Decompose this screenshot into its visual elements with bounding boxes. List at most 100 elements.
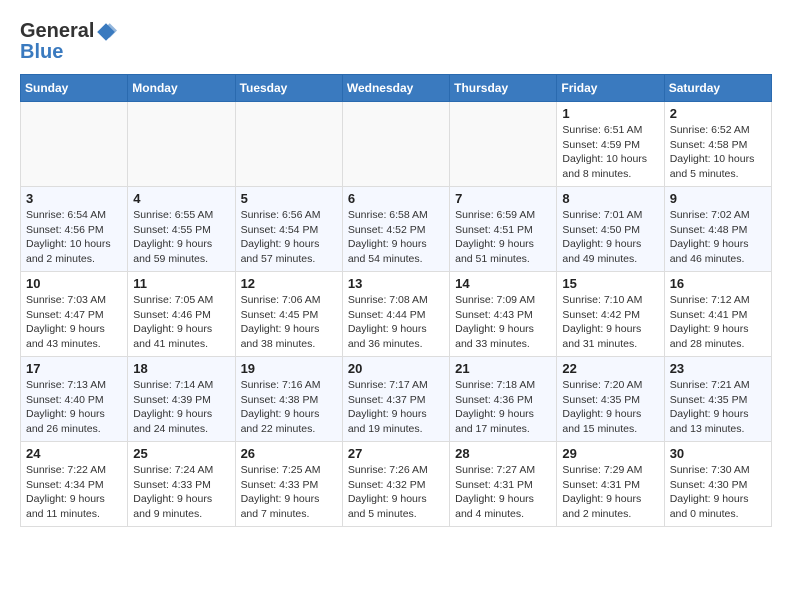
calendar-cell: 24 Sunrise: 7:22 AMSunset: 4:34 PMDayligh… bbox=[21, 442, 128, 527]
day-info: Sunrise: 7:29 AMSunset: 4:31 PMDaylight:… bbox=[562, 463, 658, 522]
calendar-week-row: 3 Sunrise: 6:54 AMSunset: 4:56 PMDaylight… bbox=[21, 187, 772, 272]
day-number: 25 bbox=[133, 446, 229, 461]
calendar-day-header: Friday bbox=[557, 75, 664, 102]
calendar-cell bbox=[128, 102, 235, 187]
calendar-cell: 28 Sunrise: 7:27 AMSunset: 4:31 PMDayligh… bbox=[450, 442, 557, 527]
calendar-cell bbox=[342, 102, 449, 187]
calendar-cell: 14 Sunrise: 7:09 AMSunset: 4:43 PMDayligh… bbox=[450, 272, 557, 357]
day-info: Sunrise: 6:59 AMSunset: 4:51 PMDaylight:… bbox=[455, 208, 551, 267]
calendar-cell: 2 Sunrise: 6:52 AMSunset: 4:58 PMDaylight… bbox=[664, 102, 771, 187]
day-number: 1 bbox=[562, 106, 658, 121]
day-info: Sunrise: 7:17 AMSunset: 4:37 PMDaylight:… bbox=[348, 378, 444, 437]
calendar-cell: 20 Sunrise: 7:17 AMSunset: 4:37 PMDayligh… bbox=[342, 357, 449, 442]
day-info: Sunrise: 7:20 AMSunset: 4:35 PMDaylight:… bbox=[562, 378, 658, 437]
calendar-cell: 22 Sunrise: 7:20 AMSunset: 4:35 PMDayligh… bbox=[557, 357, 664, 442]
day-info: Sunrise: 7:25 AMSunset: 4:33 PMDaylight:… bbox=[241, 463, 337, 522]
day-number: 18 bbox=[133, 361, 229, 376]
day-info: Sunrise: 6:54 AMSunset: 4:56 PMDaylight:… bbox=[26, 208, 122, 267]
calendar-cell: 13 Sunrise: 7:08 AMSunset: 4:44 PMDayligh… bbox=[342, 272, 449, 357]
calendar-cell: 21 Sunrise: 7:18 AMSunset: 4:36 PMDayligh… bbox=[450, 357, 557, 442]
day-number: 26 bbox=[241, 446, 337, 461]
day-info: Sunrise: 7:24 AMSunset: 4:33 PMDaylight:… bbox=[133, 463, 229, 522]
day-number: 30 bbox=[670, 446, 766, 461]
calendar-cell: 8Sunrise: 7:01 AMSunset: 4:50 PMDaylight… bbox=[557, 187, 664, 272]
day-number: 4 bbox=[133, 191, 229, 206]
calendar-table: SundayMondayTuesdayWednesdayThursdayFrid… bbox=[20, 74, 772, 527]
calendar-cell: 11 Sunrise: 7:05 AMSunset: 4:46 PMDayligh… bbox=[128, 272, 235, 357]
day-info: Sunrise: 7:16 AMSunset: 4:38 PMDaylight:… bbox=[241, 378, 337, 437]
day-number: 21 bbox=[455, 361, 551, 376]
calendar-cell: 7 Sunrise: 6:59 AMSunset: 4:51 PMDaylight… bbox=[450, 187, 557, 272]
calendar-cell: 9 Sunrise: 7:02 AMSunset: 4:48 PMDaylight… bbox=[664, 187, 771, 272]
day-info: Sunrise: 7:03 AMSunset: 4:47 PMDaylight:… bbox=[26, 293, 122, 352]
calendar-day-header: Monday bbox=[128, 75, 235, 102]
calendar-cell: 12Sunrise: 7:06 AMSunset: 4:45 PMDayligh… bbox=[235, 272, 342, 357]
day-info: Sunrise: 7:27 AMSunset: 4:31 PMDaylight:… bbox=[455, 463, 551, 522]
day-number: 3 bbox=[26, 191, 122, 206]
calendar-day-header: Saturday bbox=[664, 75, 771, 102]
calendar-cell: 19Sunrise: 7:16 AMSunset: 4:38 PMDayligh… bbox=[235, 357, 342, 442]
day-number: 28 bbox=[455, 446, 551, 461]
day-number: 11 bbox=[133, 276, 229, 291]
calendar-week-row: 17Sunrise: 7:13 AMSunset: 4:40 PMDayligh… bbox=[21, 357, 772, 442]
calendar-cell: 1 Sunrise: 6:51 AMSunset: 4:59 PMDaylight… bbox=[557, 102, 664, 187]
day-number: 14 bbox=[455, 276, 551, 291]
day-info: Sunrise: 7:10 AMSunset: 4:42 PMDaylight:… bbox=[562, 293, 658, 352]
day-info: Sunrise: 7:08 AMSunset: 4:44 PMDaylight:… bbox=[348, 293, 444, 352]
day-info: Sunrise: 6:58 AMSunset: 4:52 PMDaylight:… bbox=[348, 208, 444, 267]
calendar-cell: 16Sunrise: 7:12 AMSunset: 4:41 PMDayligh… bbox=[664, 272, 771, 357]
day-info: Sunrise: 6:51 AMSunset: 4:59 PMDaylight:… bbox=[562, 123, 658, 182]
day-info: Sunrise: 7:05 AMSunset: 4:46 PMDaylight:… bbox=[133, 293, 229, 352]
calendar-day-header: Sunday bbox=[21, 75, 128, 102]
day-number: 10 bbox=[26, 276, 122, 291]
calendar-cell: 15 Sunrise: 7:10 AMSunset: 4:42 PMDayligh… bbox=[557, 272, 664, 357]
calendar-week-row: 1 Sunrise: 6:51 AMSunset: 4:59 PMDaylight… bbox=[21, 102, 772, 187]
day-info: Sunrise: 7:18 AMSunset: 4:36 PMDaylight:… bbox=[455, 378, 551, 437]
calendar-cell: 30 Sunrise: 7:30 AMSunset: 4:30 PMDayligh… bbox=[664, 442, 771, 527]
day-info: Sunrise: 7:06 AMSunset: 4:45 PMDaylight:… bbox=[241, 293, 337, 352]
calendar-cell: 3 Sunrise: 6:54 AMSunset: 4:56 PMDaylight… bbox=[21, 187, 128, 272]
calendar-cell bbox=[450, 102, 557, 187]
day-number: 5 bbox=[241, 191, 337, 206]
day-number: 17 bbox=[26, 361, 122, 376]
page-header: General Blue bbox=[20, 20, 772, 64]
calendar-body: 1 Sunrise: 6:51 AMSunset: 4:59 PMDaylight… bbox=[21, 102, 772, 527]
calendar-cell: 6 Sunrise: 6:58 AMSunset: 4:52 PMDaylight… bbox=[342, 187, 449, 272]
logo-blue-text: Blue bbox=[20, 41, 63, 64]
day-number: 15 bbox=[562, 276, 658, 291]
calendar-cell: 5Sunrise: 6:56 AMSunset: 4:54 PMDaylight… bbox=[235, 187, 342, 272]
day-info: Sunrise: 7:22 AMSunset: 4:34 PMDaylight:… bbox=[26, 463, 122, 522]
day-number: 20 bbox=[348, 361, 444, 376]
calendar-cell: 10 Sunrise: 7:03 AMSunset: 4:47 PMDayligh… bbox=[21, 272, 128, 357]
calendar-cell bbox=[21, 102, 128, 187]
calendar-cell: 23Sunrise: 7:21 AMSunset: 4:35 PMDayligh… bbox=[664, 357, 771, 442]
day-number: 9 bbox=[670, 191, 766, 206]
day-info: Sunrise: 6:55 AMSunset: 4:55 PMDaylight:… bbox=[133, 208, 229, 267]
calendar-header-row: SundayMondayTuesdayWednesdayThursdayFrid… bbox=[21, 75, 772, 102]
logo-icon bbox=[95, 21, 117, 43]
day-info: Sunrise: 7:02 AMSunset: 4:48 PMDaylight:… bbox=[670, 208, 766, 267]
calendar-cell bbox=[235, 102, 342, 187]
day-info: Sunrise: 7:01 AMSunset: 4:50 PMDaylight:… bbox=[562, 208, 658, 267]
day-number: 13 bbox=[348, 276, 444, 291]
day-info: Sunrise: 7:30 AMSunset: 4:30 PMDaylight:… bbox=[670, 463, 766, 522]
calendar-week-row: 10 Sunrise: 7:03 AMSunset: 4:47 PMDayligh… bbox=[21, 272, 772, 357]
day-number: 27 bbox=[348, 446, 444, 461]
day-number: 2 bbox=[670, 106, 766, 121]
calendar-cell: 4 Sunrise: 6:55 AMSunset: 4:55 PMDaylight… bbox=[128, 187, 235, 272]
day-info: Sunrise: 7:09 AMSunset: 4:43 PMDaylight:… bbox=[455, 293, 551, 352]
day-number: 6 bbox=[348, 191, 444, 206]
calendar-day-header: Thursday bbox=[450, 75, 557, 102]
day-info: Sunrise: 7:14 AMSunset: 4:39 PMDaylight:… bbox=[133, 378, 229, 437]
calendar-cell: 27Sunrise: 7:26 AMSunset: 4:32 PMDayligh… bbox=[342, 442, 449, 527]
day-number: 24 bbox=[26, 446, 122, 461]
day-info: Sunrise: 6:52 AMSunset: 4:58 PMDaylight:… bbox=[670, 123, 766, 182]
calendar-cell: 29 Sunrise: 7:29 AMSunset: 4:31 PMDayligh… bbox=[557, 442, 664, 527]
calendar-cell: 26 Sunrise: 7:25 AMSunset: 4:33 PMDayligh… bbox=[235, 442, 342, 527]
day-number: 7 bbox=[455, 191, 551, 206]
calendar-cell: 25 Sunrise: 7:24 AMSunset: 4:33 PMDayligh… bbox=[128, 442, 235, 527]
day-number: 29 bbox=[562, 446, 658, 461]
calendar-cell: 17Sunrise: 7:13 AMSunset: 4:40 PMDayligh… bbox=[21, 357, 128, 442]
day-number: 23 bbox=[670, 361, 766, 376]
day-number: 22 bbox=[562, 361, 658, 376]
